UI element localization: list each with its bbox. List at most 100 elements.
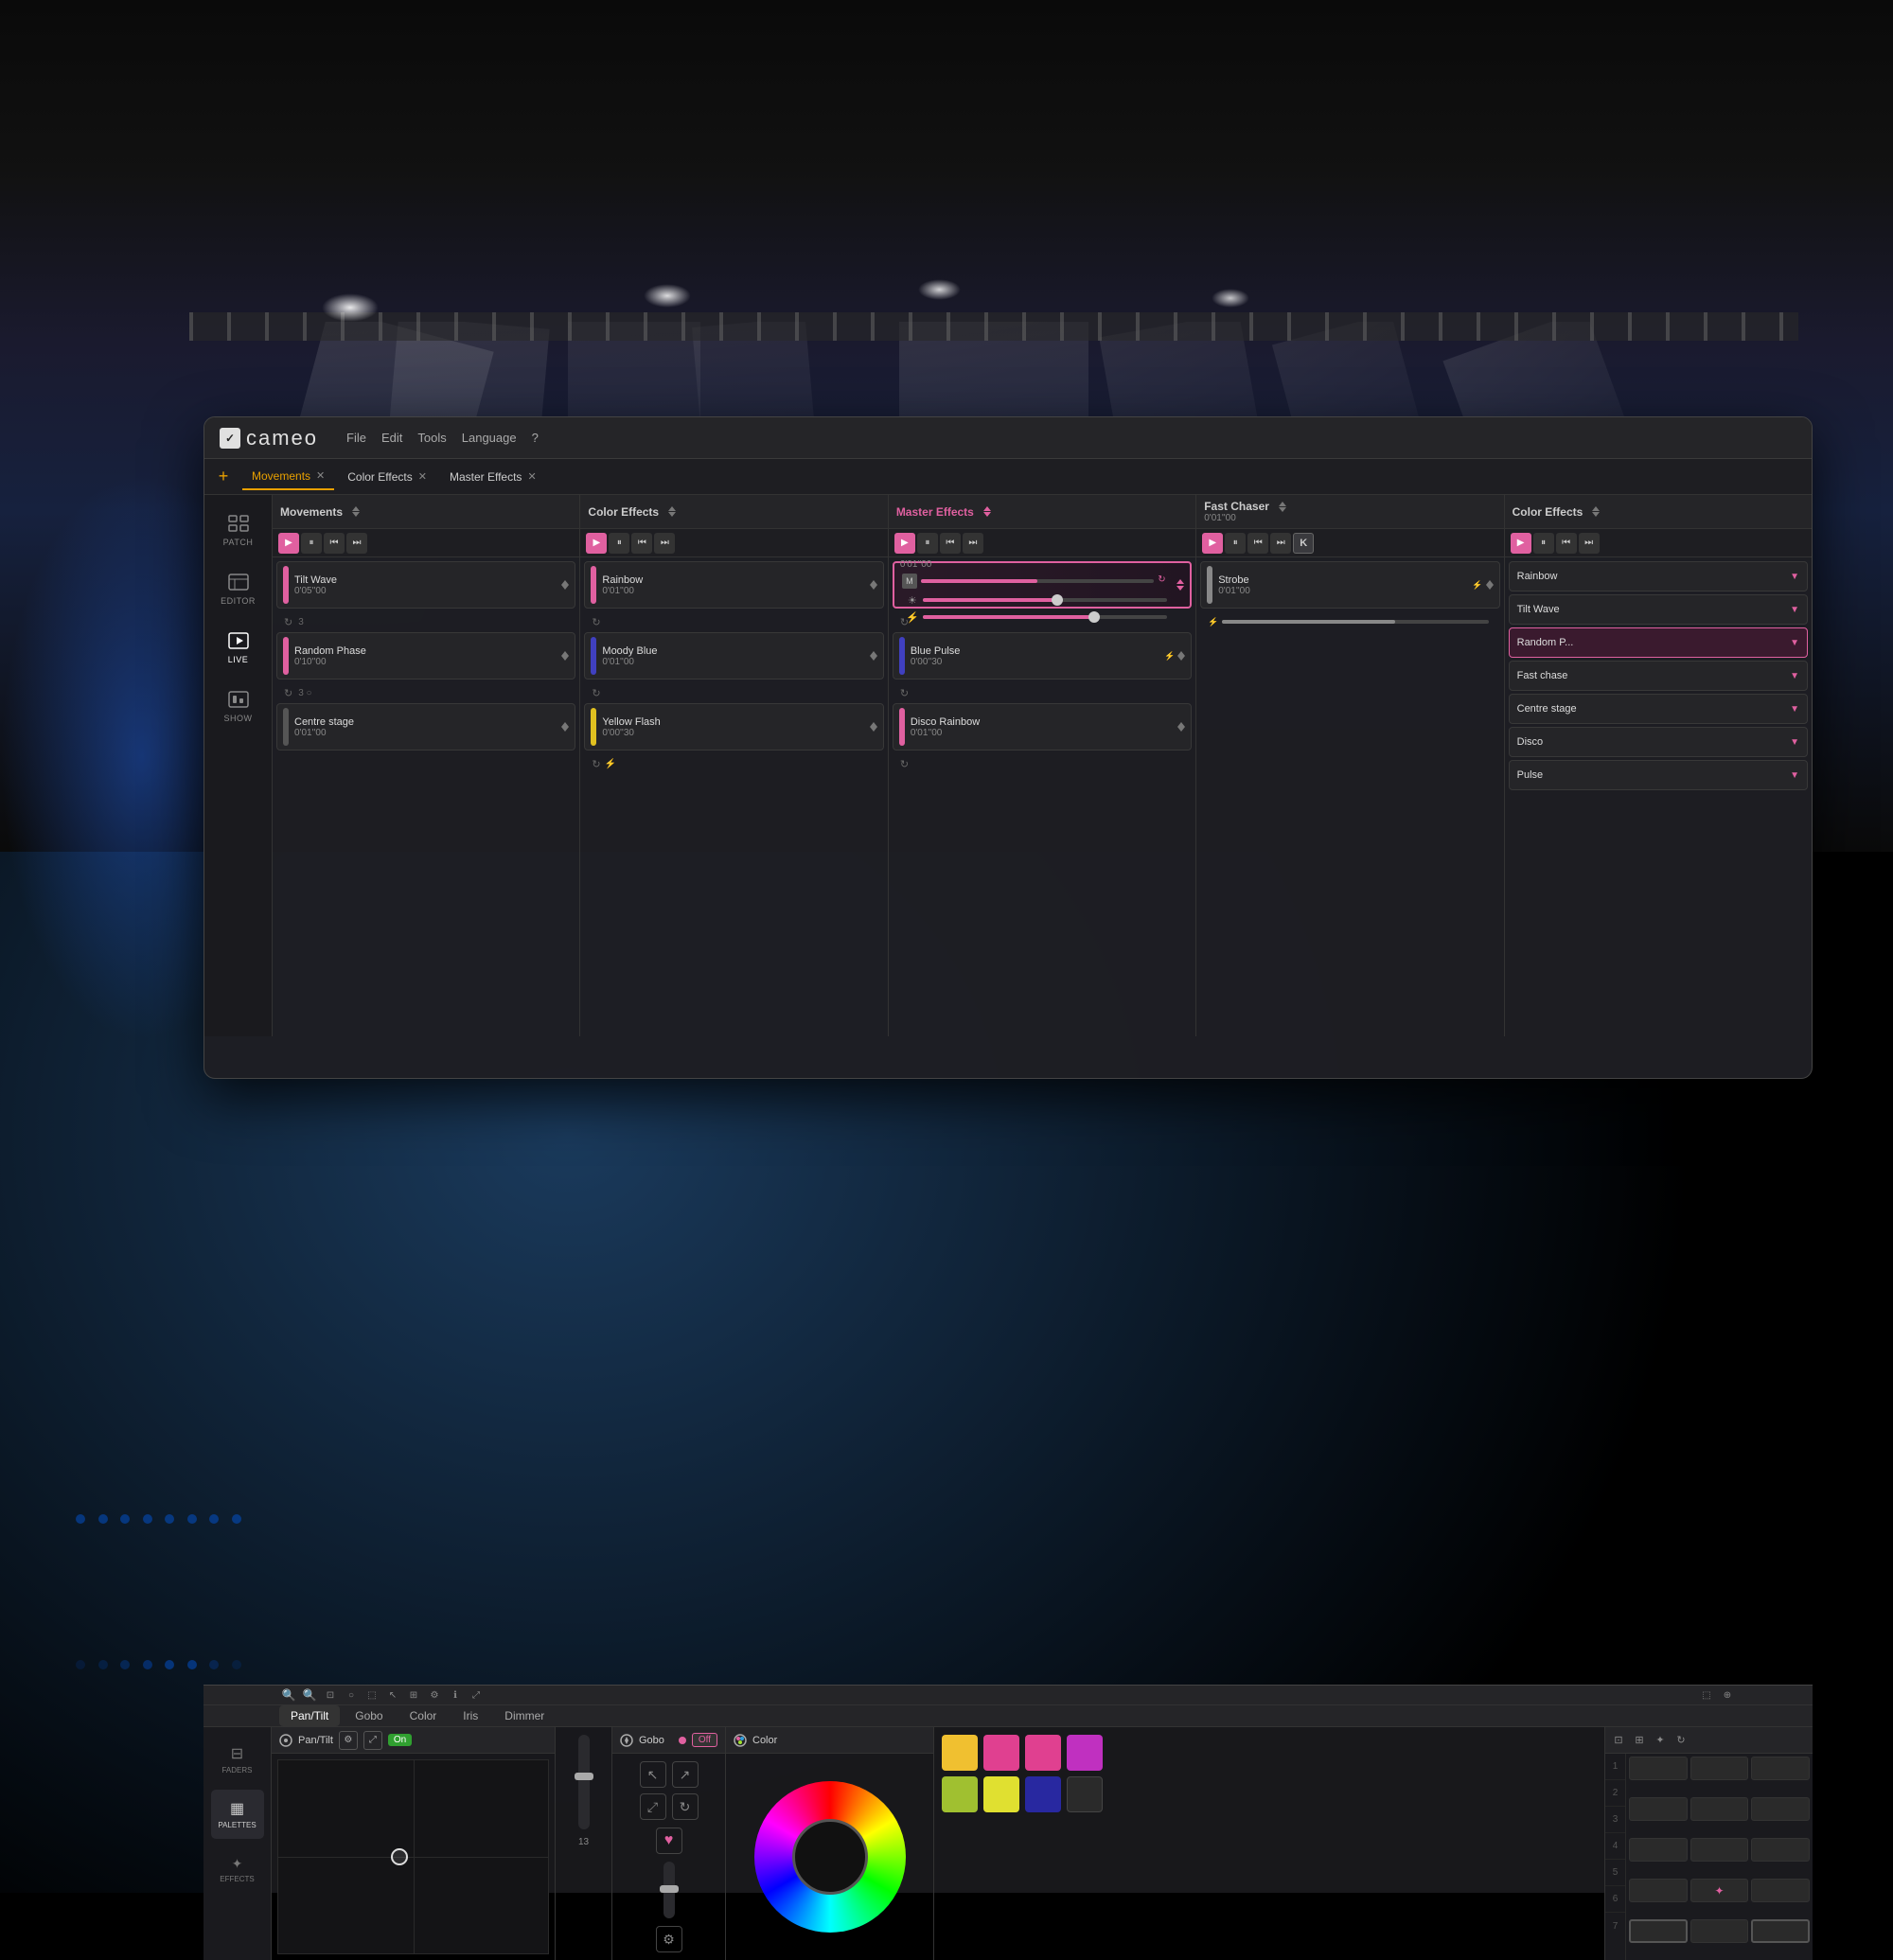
grid-cell[interactable]: [1751, 1757, 1810, 1780]
expand-icon[interactable]: ⤢: [467, 1686, 486, 1704]
menu-edit[interactable]: Edit: [381, 431, 402, 445]
slider-thumb-2[interactable]: [1088, 611, 1100, 623]
zoom-in-icon[interactable]: 🔍: [279, 1686, 298, 1704]
gobo-move-2[interactable]: ↗: [672, 1761, 699, 1788]
sidebar-item-patch[interactable]: PATCH: [211, 503, 266, 557]
refresh-icon[interactable]: ↻: [284, 616, 292, 628]
dropdown-rainbow[interactable]: Rainbow ▼: [1509, 561, 1808, 592]
sidebar-item-show[interactable]: SHOW: [211, 679, 266, 733]
list-item[interactable]: Centre stage 0'01''00: [276, 703, 575, 750]
grid-cell-special-1[interactable]: ✦: [1690, 1879, 1749, 1902]
pan-tilt-expand-btn[interactable]: ⤢: [363, 1731, 382, 1750]
list-item[interactable]: Moody Blue 0'01''00: [584, 632, 883, 680]
info-icon[interactable]: ℹ: [446, 1686, 465, 1704]
grid-cell[interactable]: [1751, 1838, 1810, 1862]
color-effects-pause-btn[interactable]: ⏸: [609, 533, 629, 554]
menu-help[interactable]: ?: [532, 431, 539, 445]
master-effects-next-btn[interactable]: ⏭: [963, 533, 983, 554]
swatch-purple[interactable]: [1067, 1735, 1103, 1771]
settings-icon[interactable]: ⚙: [425, 1686, 444, 1704]
dropdown-random-p[interactable]: Random P... ▼: [1509, 627, 1808, 658]
color-effects-play-btn[interactable]: ▶: [586, 533, 607, 554]
tab-color-effects-close[interactable]: ✕: [418, 470, 427, 483]
grid-tool-1[interactable]: ⊡: [1609, 1731, 1628, 1750]
right-ce-prev-btn[interactable]: ⏮: [1556, 533, 1577, 554]
movements-play-btn[interactable]: ▶: [278, 533, 299, 554]
swatch-yellow-2[interactable]: [983, 1776, 1019, 1812]
menu-tools[interactable]: Tools: [417, 431, 446, 445]
zoom-out-icon[interactable]: 🔍: [300, 1686, 319, 1704]
refresh-icon[interactable]: ↻: [592, 616, 600, 628]
refresh-icon[interactable]: ↻: [900, 687, 909, 699]
fast-chaser-next-btn[interactable]: ⏭: [1270, 533, 1291, 554]
bottom-tab-color[interactable]: Color: [398, 1705, 449, 1726]
grid-tool-2[interactable]: ⊞: [1630, 1731, 1649, 1750]
right-tool-1[interactable]: ⬚: [1697, 1686, 1716, 1704]
grid-cell[interactable]: [1751, 1797, 1810, 1821]
right-ce-pause-btn[interactable]: ⏸: [1533, 533, 1554, 554]
fader-thumb[interactable]: [575, 1773, 593, 1780]
list-item-disco-rainbow[interactable]: Disco Rainbow 0'01''00: [893, 703, 1192, 750]
slider-thumb-1[interactable]: [1052, 594, 1063, 606]
slider-track-2[interactable]: [923, 615, 1167, 619]
dropdown-centre-stage[interactable]: Centre stage ▼: [1509, 694, 1808, 724]
gobo-move-1[interactable]: ↖: [640, 1761, 666, 1788]
movements-next-btn[interactable]: ⏭: [346, 533, 367, 554]
fast-chaser-play-btn[interactable]: ▶: [1202, 533, 1223, 554]
circle-icon[interactable]: ○: [342, 1686, 361, 1704]
grid-tool-3[interactable]: ✦: [1651, 1731, 1670, 1750]
fit-icon[interactable]: ⊡: [321, 1686, 340, 1704]
list-item-strobe[interactable]: Strobe 0'01''00 ⚡: [1200, 561, 1499, 609]
grid-cell[interactable]: [1629, 1838, 1688, 1862]
tab-add-button[interactable]: +: [212, 466, 235, 488]
master-effects-pause-btn[interactable]: ⏸: [917, 533, 938, 554]
list-item[interactable]: Tilt Wave 0'05''00: [276, 561, 575, 609]
gobo-scale[interactable]: ⤢: [640, 1793, 666, 1820]
refresh-icon[interactable]: ↻: [900, 758, 909, 770]
swatch-yellow[interactable]: [942, 1735, 978, 1771]
movements-pause-btn[interactable]: ⏸: [301, 533, 322, 554]
grid-cell[interactable]: [1751, 1879, 1810, 1902]
bottom-tab-dimmer[interactable]: Dimmer: [493, 1705, 556, 1726]
menu-language[interactable]: Language: [462, 431, 517, 445]
sidebar-item-live[interactable]: LIVE: [211, 620, 266, 675]
bottom-sidebar-palettes[interactable]: ▦ PALETTES: [211, 1790, 264, 1839]
pan-tilt-crosshair[interactable]: [391, 1848, 408, 1865]
bottom-tab-gobo[interactable]: Gobo: [344, 1705, 394, 1726]
right-ce-play-btn[interactable]: ▶: [1511, 533, 1531, 554]
tab-master-effects-close[interactable]: ✕: [527, 470, 536, 483]
right-ce-next-btn[interactable]: ⏭: [1579, 533, 1600, 554]
tab-movements-close[interactable]: ✕: [316, 469, 325, 482]
swatch-green[interactable]: [942, 1776, 978, 1812]
refresh-icon[interactable]: ↻: [592, 687, 600, 699]
fast-chaser-k-btn[interactable]: K: [1293, 533, 1314, 554]
grid-icon[interactable]: ⊞: [404, 1686, 423, 1704]
grid-cell[interactable]: [1629, 1797, 1688, 1821]
bottom-tab-iris[interactable]: Iris: [451, 1705, 489, 1726]
select-icon[interactable]: ⬚: [363, 1686, 381, 1704]
gobo-gear[interactable]: ⚙: [656, 1926, 682, 1952]
dropdown-pulse[interactable]: Pulse ▼: [1509, 760, 1808, 790]
list-item[interactable]: Random Phase 0'10''00: [276, 632, 575, 680]
bottom-sidebar-effects[interactable]: ✦ EFFECTS: [211, 1845, 264, 1894]
swatch-pink-1[interactable]: [983, 1735, 1019, 1771]
color-effects-prev-btn[interactable]: ⏮: [631, 533, 652, 554]
list-item[interactable]: Yellow Flash 0'00''30: [584, 703, 883, 750]
swatch-empty[interactable]: [1067, 1776, 1103, 1812]
grid-cell[interactable]: [1690, 1838, 1749, 1862]
swatch-pink-2[interactable]: [1025, 1735, 1061, 1771]
grid-cell[interactable]: [1690, 1797, 1749, 1821]
m-refresh-icon[interactable]: ↻: [1158, 574, 1171, 588]
movements-prev-btn[interactable]: ⏮: [324, 533, 345, 554]
gobo-rotate[interactable]: ↻: [672, 1793, 699, 1820]
master-effects-play-btn[interactable]: ▶: [894, 533, 915, 554]
bottom-sidebar-faders[interactable]: ⊟ FADERS: [211, 1735, 264, 1784]
tab-color-effects[interactable]: Color Effects ✕: [338, 464, 436, 490]
pan-tilt-settings-btn[interactable]: ⚙: [339, 1731, 358, 1750]
fast-chaser-prev-btn[interactable]: ⏮: [1247, 533, 1268, 554]
gobo-fader-thumb[interactable]: [660, 1885, 679, 1893]
dropdown-tilt-wave[interactable]: Tilt Wave ▼: [1509, 594, 1808, 625]
grid-cell[interactable]: [1629, 1879, 1688, 1902]
tab-master-effects[interactable]: Master Effects ✕: [440, 464, 546, 490]
refresh-icon[interactable]: ↻: [592, 758, 600, 770]
